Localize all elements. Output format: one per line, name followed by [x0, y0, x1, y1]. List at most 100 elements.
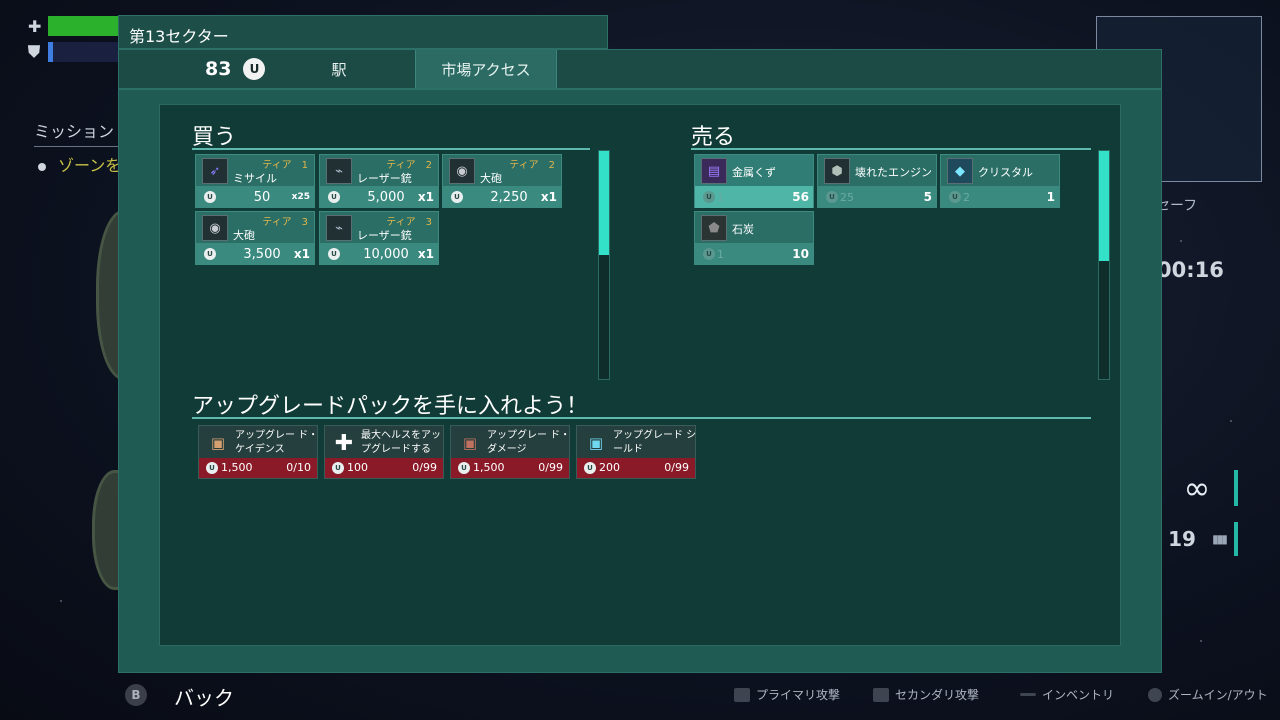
- item-price: 3,500: [243, 246, 281, 262]
- item-name: 石炭: [732, 223, 754, 236]
- item-tier: ティア 2: [386, 160, 432, 171]
- tab-bar: 83 U 駅 市場アクセス: [118, 49, 1162, 89]
- upgrade-price: 1,500: [473, 461, 505, 474]
- star: [1200, 640, 1202, 642]
- health-bar: [48, 16, 128, 36]
- buy-item-card[interactable]: ◉ ティア 2 大砲 U 2,250 x1: [442, 154, 562, 208]
- broken-engine-icon: ⬢: [824, 158, 850, 184]
- buy-item-card[interactable]: ⌁ ティア 3 レーザー銃 U 10,000 x1: [319, 211, 439, 265]
- tab-station[interactable]: 駅: [279, 50, 399, 88]
- upgrade-name: アップグレー ド・ケイデンス: [235, 430, 319, 455]
- star: [60, 600, 62, 602]
- upgrade-name: 最大ヘルスをアップグレードする: [361, 430, 441, 455]
- tab-market-access[interactable]: 市場アクセス: [415, 50, 557, 88]
- back-button[interactable]: バック: [174, 682, 234, 711]
- sell-item-card[interactable]: ▤ 金属くず U 1 56: [694, 154, 814, 208]
- item-quantity: x25: [291, 192, 310, 202]
- trigger-icon: [734, 687, 750, 702]
- upgrade-name: アップグレード シールド: [613, 430, 697, 455]
- item-quantity: x1: [540, 190, 557, 204]
- currency-icon: U: [204, 191, 216, 203]
- secondary-ammo: 19 ▮▮▮: [1160, 522, 1238, 556]
- upgrade-count: 0/10: [286, 461, 311, 474]
- control-label: プライマリ攻撃: [756, 688, 841, 702]
- upgrade-pack-card[interactable]: ▣ アップグレード シールド U 200 0/99: [576, 425, 696, 479]
- item-name: レーザー銃: [357, 172, 412, 185]
- primary-ammo: ∞: [1160, 469, 1238, 507]
- bullet-icon: [38, 162, 46, 171]
- item-tier: ティア 2: [509, 160, 555, 171]
- upgrade-price: 1,500: [221, 461, 253, 474]
- stick-icon: [1148, 687, 1162, 702]
- buy-scroll-thumb[interactable]: [599, 151, 609, 255]
- currency-icon: U: [328, 191, 340, 203]
- item-price: 1: [717, 190, 724, 204]
- shield-upgrade-icon: ▣: [588, 434, 604, 452]
- currency-icon: U: [204, 248, 216, 260]
- item-price: 50: [253, 189, 271, 205]
- upgrade-pack-card[interactable]: ▣ アップグレー ド・ダメージ U 1,500 0/99: [450, 425, 570, 479]
- item-name: 金属くず: [732, 166, 776, 179]
- currency-icon: U: [206, 462, 218, 474]
- market-window: 買う ➶ ティア 1 ミサイル U 50 x25 ⌁ ティア 2 レーザー銃 U: [118, 89, 1162, 673]
- buy-item-card[interactable]: ➶ ティア 1 ミサイル U 50 x25: [195, 154, 315, 208]
- item-quantity: 1: [1046, 190, 1055, 204]
- buy-item-card[interactable]: ⌁ ティア 2 レーザー銃 U 5,000 x1: [319, 154, 439, 208]
- credits-amount: 83: [205, 58, 232, 80]
- star: [1230, 420, 1232, 422]
- timer: 00:16: [1157, 258, 1224, 282]
- b-button-icon[interactable]: B: [125, 684, 147, 706]
- player-status: ✚ ⛊: [28, 16, 128, 68]
- upgrade-price: 200: [599, 461, 620, 474]
- damage-upgrade-icon: ▣: [462, 434, 478, 452]
- sell-item-card[interactable]: ◆ クリスタル U 2 1: [940, 154, 1060, 208]
- buy-divider: [192, 148, 590, 150]
- upgrade-pack-card[interactable]: ▣ アップグレー ド・ケイデンス U 1,500 0/10: [198, 425, 318, 479]
- health-upgrade-icon: ✚: [334, 430, 354, 456]
- upgrade-name: アップグレー ド・ダメージ: [487, 430, 571, 455]
- item-price: 10,000: [363, 246, 409, 262]
- upgrade-pack-card[interactable]: ✚ 最大ヘルスをアップグレードする U 100 0/99: [324, 425, 444, 479]
- missile-icon: ➶: [202, 158, 228, 184]
- crystal-icon: ◆: [947, 158, 973, 184]
- buy-title: 買う: [192, 125, 237, 150]
- coal-icon: ⬟: [701, 215, 727, 241]
- item-price: 1: [717, 247, 724, 261]
- laser-gun-icon: ⌁: [326, 158, 352, 184]
- control-label: インベントリ: [1042, 688, 1115, 702]
- shield-icon: ⛊: [28, 42, 41, 61]
- item-name: 壊れたエンジン: [855, 166, 932, 179]
- currency-icon: U: [949, 191, 961, 203]
- cannon-icon: ◉: [202, 215, 228, 241]
- upgrade-price: 100: [347, 461, 368, 474]
- control-label: セカンダリ攻撃: [895, 688, 980, 702]
- item-quantity: 10: [792, 247, 809, 261]
- upgrade-count: 0/99: [664, 461, 689, 474]
- currency-icon: U: [584, 462, 596, 474]
- sell-scroll-thumb[interactable]: [1099, 151, 1109, 261]
- menu-icon: [1020, 693, 1036, 696]
- control-label: ズームイン/アウト: [1168, 688, 1268, 702]
- item-quantity: x1: [417, 247, 434, 261]
- sell-item-card[interactable]: ⬢ 壊れたエンジン U 25 5: [817, 154, 937, 208]
- item-tier: ティア 3: [386, 217, 432, 228]
- item-quantity: x1: [417, 190, 434, 204]
- upgrade-count: 0/99: [538, 461, 563, 474]
- item-name: レーザー銃: [357, 229, 412, 242]
- control-hint-inventory: インベントリ: [1020, 686, 1114, 703]
- buy-scrollbar[interactable]: [598, 150, 610, 380]
- currency-icon: U: [703, 191, 715, 203]
- sell-item-card[interactable]: ⬟ 石炭 U 1 10: [694, 211, 814, 265]
- sell-title: 売る: [691, 125, 736, 150]
- trigger-icon: [873, 687, 889, 702]
- sell-scrollbar[interactable]: [1098, 150, 1110, 380]
- currency-icon: U: [328, 248, 340, 260]
- star: [1180, 240, 1182, 242]
- buy-item-card[interactable]: ◉ ティア 3 大砲 U 3,500 x1: [195, 211, 315, 265]
- control-hint-zoom: ズームイン/アウト: [1148, 686, 1268, 703]
- currency-icon: U: [703, 248, 715, 260]
- cannon-icon: ◉: [449, 158, 475, 184]
- item-price: 2: [963, 190, 970, 204]
- upgrades-title: アップグレードパックを手に入れよう！: [192, 394, 589, 419]
- item-tier: ティア 1: [262, 160, 308, 171]
